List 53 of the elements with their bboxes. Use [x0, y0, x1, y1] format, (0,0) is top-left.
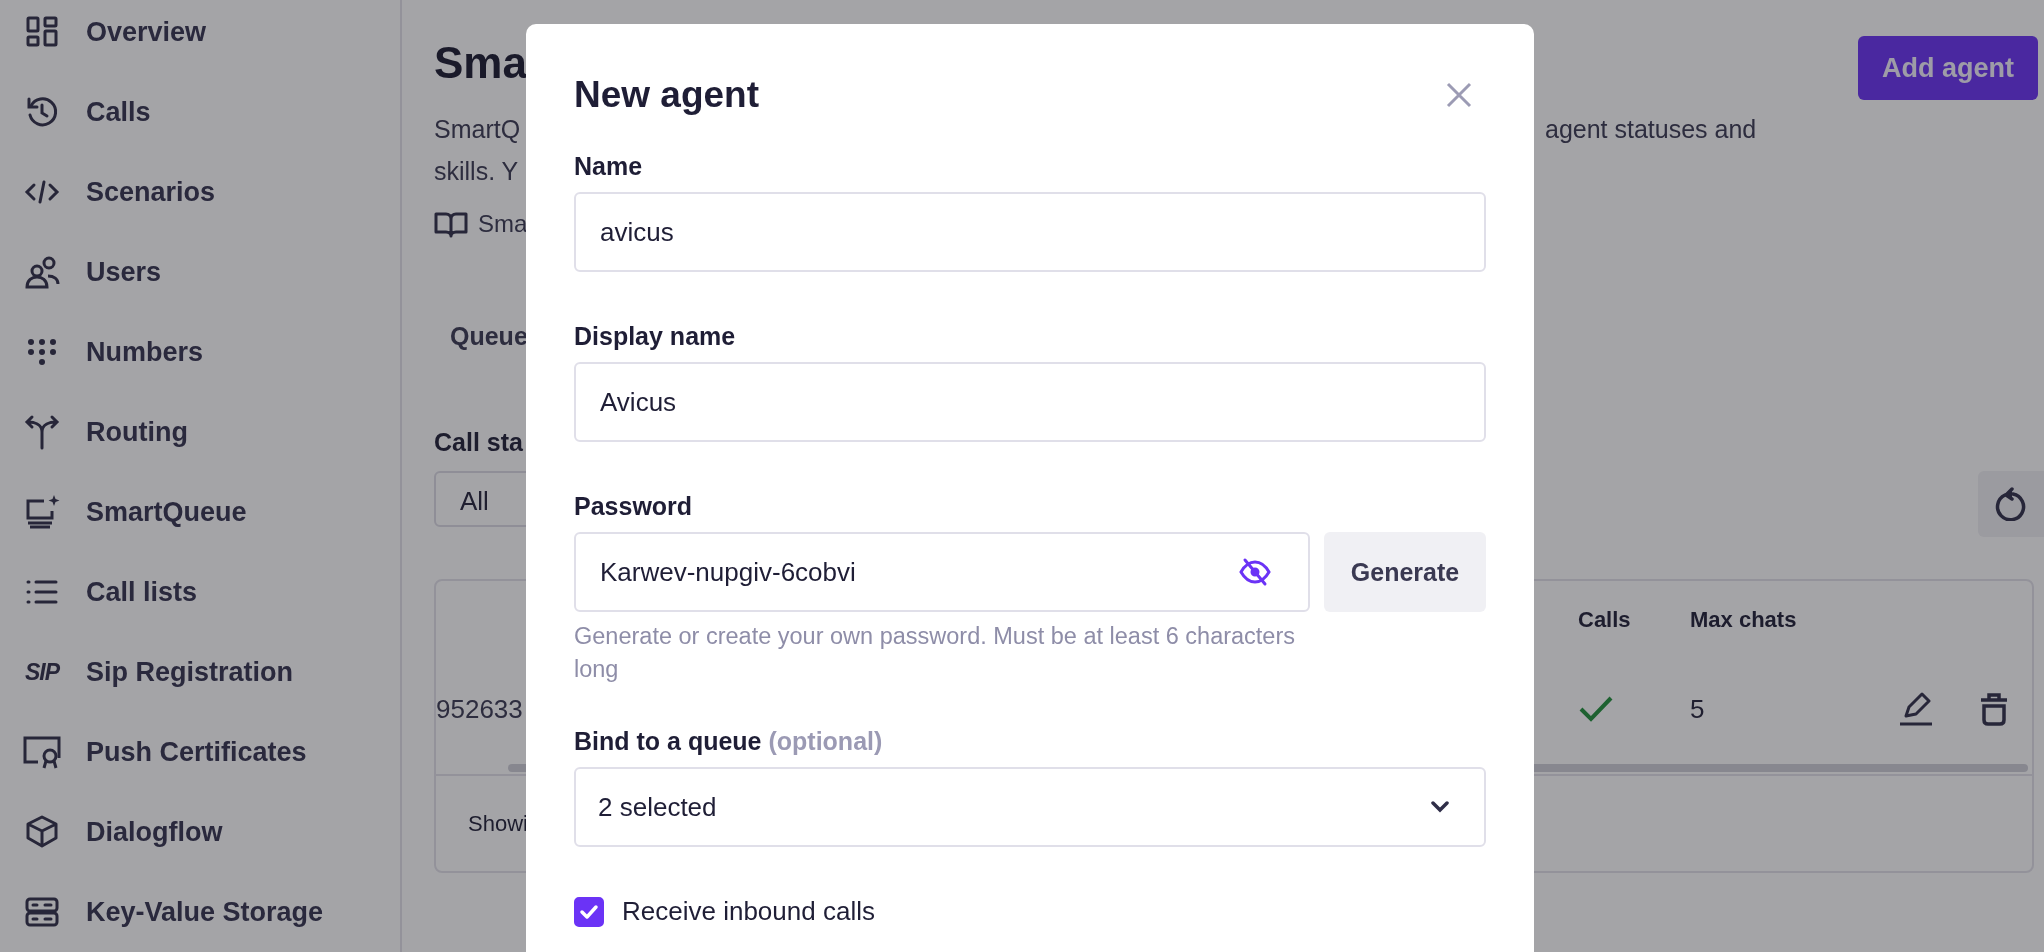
refresh-button[interactable]: [1978, 471, 2044, 537]
pagination-text: Showi: [468, 810, 528, 837]
password-hint: Generate or create your own password. Must be at least 6 characters long: [574, 622, 1297, 684]
sip-icon: SIP: [24, 658, 60, 686]
sidebar-item[interactable]: Key-Value Storage: [0, 872, 400, 952]
sidebar-item[interactable]: Users: [0, 232, 400, 312]
checkbox[interactable]: [574, 896, 604, 927]
chevron-down-icon: [1430, 801, 1450, 813]
field-label: Bind to a queue (optional): [574, 727, 884, 756]
close-icon[interactable]: [1446, 82, 1472, 108]
filter-label: Call sta: [434, 428, 524, 457]
sidebar-item[interactable]: Routing: [0, 392, 400, 472]
sidebar-item[interactable]: Calls: [0, 72, 400, 152]
sidebar-item[interactable]: SmartQueue: [0, 472, 400, 552]
text-input[interactable]: Avicus: [574, 362, 1486, 442]
generate-button[interactable]: Generate: [1324, 532, 1486, 612]
table-cell: 952633: [436, 693, 523, 724]
add-agent-button[interactable]: Add agent: [1858, 36, 2038, 100]
dialog-title: New agent: [574, 74, 760, 116]
table-cell: 5: [1690, 693, 1705, 724]
description-text: agent statuses and: [1545, 114, 1757, 145]
routing-icon: [24, 414, 60, 450]
sidebar-item[interactable]: Overview: [0, 0, 400, 72]
sidebar-item[interactable]: SIP Sip Registration: [0, 632, 400, 712]
queue-select[interactable]: 2 selected: [574, 767, 1486, 847]
checkbox-label[interactable]: Receive inbound calls: [622, 896, 875, 927]
field-label: Name: [574, 152, 644, 181]
description-text: skills. Y: [434, 156, 519, 187]
page-title: Sma: [434, 38, 527, 88]
sidebar-item[interactable]: Numbers: [0, 312, 400, 392]
refresh-icon: [1995, 487, 2027, 521]
dashboard-icon: [24, 14, 60, 50]
sidebar-item[interactable]: Dialogflow: [0, 792, 400, 872]
sidebar-item[interactable]: Push Certificates: [0, 712, 400, 792]
trash-icon[interactable]: [1978, 692, 2010, 726]
text-input[interactable]: avicus: [574, 192, 1486, 272]
certificate-icon: [22, 734, 62, 770]
field-label: Password: [574, 492, 694, 521]
users-icon: [24, 254, 60, 290]
column-header: Max chats: [1690, 607, 1798, 633]
edit-icon[interactable]: [1898, 692, 1934, 726]
check-icon: [579, 903, 599, 920]
eye-slash-icon[interactable]: [1238, 557, 1272, 587]
queue-icon: [24, 494, 60, 530]
sidebar-item[interactable]: Scenarios: [0, 152, 400, 232]
column-header: Calls: [1578, 607, 1632, 633]
sidebar-item[interactable]: Call lists: [0, 552, 400, 632]
book-icon: [434, 210, 468, 238]
cube-icon: [24, 814, 60, 850]
documentation-link[interactable]: Sma: [478, 210, 528, 238]
field-label: Display name: [574, 322, 737, 351]
password-input[interactable]: Karwev-nupgiv-6cobvi: [574, 532, 1310, 612]
description-text: SmartQ: [434, 114, 521, 145]
